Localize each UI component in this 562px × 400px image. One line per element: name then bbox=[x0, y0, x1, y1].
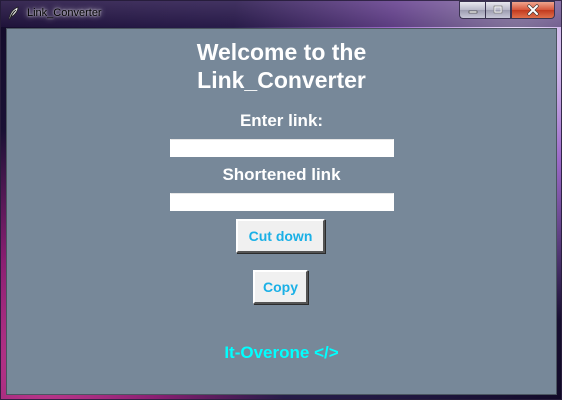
maximize-icon bbox=[493, 5, 503, 14]
window-controls bbox=[459, 1, 555, 19]
shortened-link-label: Shortened link bbox=[222, 165, 341, 184]
footer-credit: It-Overone </> bbox=[224, 343, 339, 362]
cut-down-button[interactable]: Cut down bbox=[236, 219, 325, 253]
maximize-button[interactable] bbox=[485, 1, 511, 19]
window-title: Link_Converter bbox=[27, 7, 102, 19]
title-bar[interactable]: Link_Converter bbox=[1, 1, 561, 27]
close-icon bbox=[527, 4, 539, 16]
main-panel: Welcome to the Link_Converter Enter link… bbox=[6, 28, 557, 395]
app-window: Link_Converter Welcome to the Link_Conve… bbox=[0, 0, 562, 400]
close-button[interactable] bbox=[511, 1, 555, 19]
minimize-button[interactable] bbox=[459, 1, 485, 19]
link-input[interactable] bbox=[170, 139, 394, 157]
page-title: Welcome to the Link_Converter bbox=[196, 39, 367, 93]
enter-link-label: Enter link: bbox=[239, 111, 324, 130]
copy-button[interactable]: Copy bbox=[253, 270, 308, 304]
shortened-link-output[interactable] bbox=[170, 193, 394, 211]
feather-icon bbox=[7, 6, 21, 20]
minimize-icon bbox=[468, 10, 477, 14]
